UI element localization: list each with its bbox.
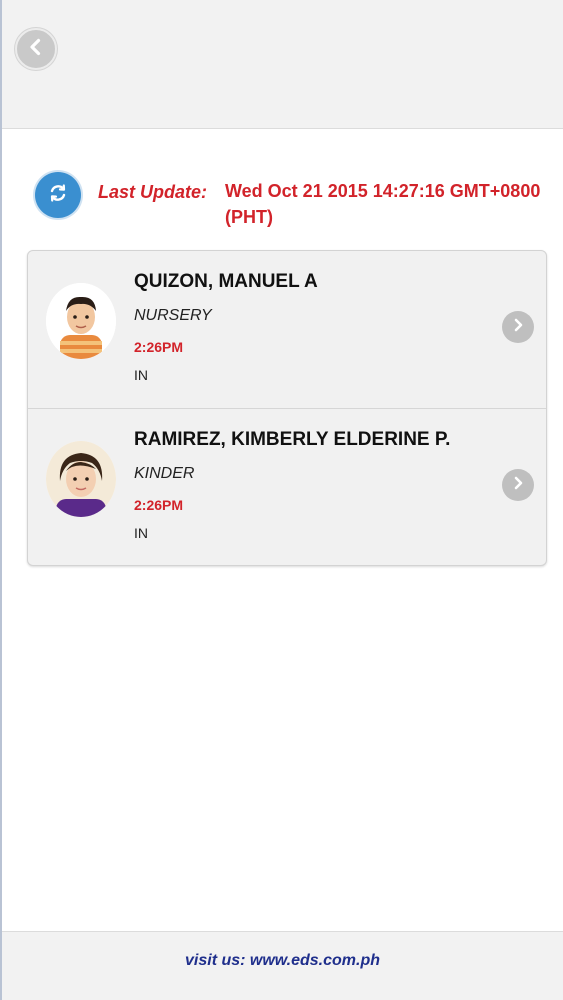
student-time: 2:26PM — [134, 497, 184, 513]
app-frame: Last Update: Wed Oct 21 2015 14:27:16 GM… — [0, 0, 563, 1000]
student-grade: NURSERY — [134, 307, 212, 324]
student-row[interactable]: RAMIREZ, KIMBERLY ELDERINE P. KINDER 2:2… — [28, 408, 546, 565]
top-bar — [2, 0, 563, 129]
chevron-left-icon — [26, 37, 46, 62]
student-grade: KINDER — [134, 465, 195, 482]
last-update-label: Last Update: — [98, 182, 208, 202]
student-detail-button[interactable] — [502, 311, 534, 343]
student-time: 2:26PM — [134, 339, 184, 355]
student-avatar — [46, 441, 116, 517]
chevron-right-icon — [510, 317, 526, 338]
footer-bar: visit us: www.eds.com.ph — [2, 931, 563, 1000]
student-row[interactable]: QUIZON, MANUEL A NURSERY 2:26PM IN — [28, 251, 546, 408]
website-link[interactable]: visit us: www.eds.com.ph — [2, 952, 563, 970]
refresh-icon — [45, 180, 71, 211]
student-status: IN — [134, 367, 148, 383]
chevron-right-icon — [510, 475, 526, 496]
student-detail-button[interactable] — [502, 469, 534, 501]
student-avatar — [46, 283, 116, 359]
student-status: IN — [134, 525, 148, 541]
student-list: QUIZON, MANUEL A NURSERY 2:26PM IN RAMIR… — [27, 250, 547, 566]
student-name: RAMIREZ, KIMBERLY ELDERINE P. — [134, 429, 451, 450]
refresh-button[interactable] — [35, 172, 81, 218]
last-update-value: Wed Oct 21 2015 14:27:16 GMT+0800 (PHT) — [225, 181, 541, 227]
back-button[interactable] — [15, 28, 57, 70]
last-update-row: Last Update: Wed Oct 21 2015 14:27:16 GM… — [35, 172, 555, 236]
student-name: QUIZON, MANUEL A — [134, 271, 318, 292]
